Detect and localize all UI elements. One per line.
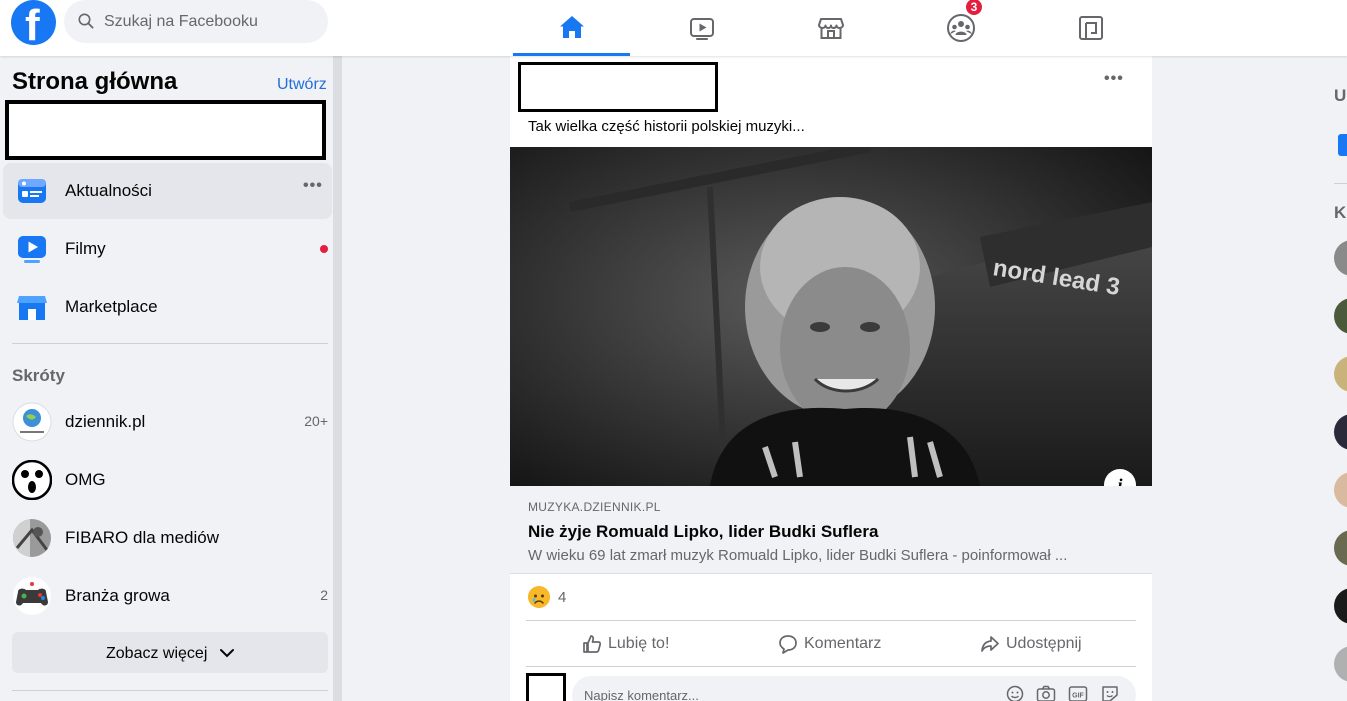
- nav-tab-marketplace[interactable]: [772, 0, 889, 56]
- redacted-user-avatar[interactable]: [526, 673, 566, 701]
- shortcut-label: OMG: [65, 470, 106, 489]
- sidebar-item-label: Marketplace: [65, 297, 158, 316]
- contact-avatar[interactable]: [1334, 530, 1347, 566]
- emoji-icon[interactable]: [1006, 685, 1024, 701]
- contact-avatar[interactable]: [1334, 472, 1347, 508]
- contact-avatar[interactable]: [1334, 298, 1347, 334]
- notification-badge: 3: [964, 0, 984, 17]
- sidebar-item-marketplace[interactable]: Marketplace: [3, 279, 332, 335]
- nav-tab-home[interactable]: [513, 0, 630, 56]
- search-input[interactable]: [104, 0, 319, 43]
- shortcut-branza-growa[interactable]: Branża growa 2: [3, 568, 332, 624]
- reaction-count: 4: [558, 589, 567, 606]
- nav-tab-watch[interactable]: [643, 0, 760, 56]
- shortcut-dziennik[interactable]: dziennik.pl 20+: [3, 394, 332, 450]
- more-options-icon[interactable]: •••: [303, 177, 323, 195]
- watch-icon: [18, 236, 46, 263]
- share-button[interactable]: Udostępnij: [980, 624, 1082, 664]
- facebook-logo[interactable]: f: [11, 0, 56, 45]
- sidebar-scrollbar[interactable]: [333, 56, 342, 701]
- create-link[interactable]: Utwórz: [277, 76, 327, 94]
- sidebar-item-label: Filmy: [65, 239, 106, 258]
- gift-icon[interactable]: [1334, 122, 1347, 158]
- dziennik-avatar: [12, 402, 52, 442]
- comment-input[interactable]: Napisz komentarz... GIF: [572, 676, 1136, 701]
- gaming-icon: [1078, 16, 1103, 40]
- contact-avatar[interactable]: [1334, 356, 1347, 392]
- omg-avatar: [12, 460, 52, 500]
- notification-count: 2: [320, 587, 328, 603]
- feed-post: ••• Tak wielka część historii polskiej m…: [510, 56, 1152, 701]
- top-navigation-bar: f Szukaj na Facebooku 3: [0, 0, 1347, 56]
- svg-text:GIF: GIF: [1072, 693, 1084, 700]
- redacted-author[interactable]: [518, 62, 718, 112]
- divider: [12, 343, 328, 344]
- share-icon: [981, 636, 999, 652]
- comment-tools: GIF: [1006, 685, 1120, 701]
- sticker-icon[interactable]: [1100, 685, 1120, 701]
- gif-icon[interactable]: GIF: [1068, 685, 1088, 701]
- search-icon: [78, 13, 94, 29]
- sidebar-item-news-feed[interactable]: Aktualności •••: [3, 163, 332, 219]
- camera-icon[interactable]: [1036, 685, 1056, 701]
- notification-count: 20+: [304, 413, 328, 429]
- page-title: Strona główna: [12, 68, 178, 95]
- search-box[interactable]: [64, 0, 328, 43]
- thumbs-up-icon: [583, 635, 602, 653]
- shortcut-label: dziennik.pl: [65, 412, 146, 431]
- contact-avatar[interactable]: [1334, 414, 1347, 450]
- video-icon: [689, 18, 714, 40]
- shortcut-fibaro[interactable]: FIBARO dla mediów: [3, 510, 332, 566]
- shortcut-omg[interactable]: OMG: [3, 452, 332, 508]
- unread-dot: [320, 245, 328, 253]
- news-feed-icon: [18, 179, 46, 203]
- shortcuts-title: Skróty: [12, 366, 65, 385]
- sidebar-item-watch[interactable]: Filmy: [3, 221, 332, 277]
- home-icon: [559, 15, 584, 38]
- sidebar-item-label: Aktualności: [65, 181, 152, 200]
- link-description: W wieku 69 lat zmarł muzyk Romuald Lipko…: [528, 547, 1068, 564]
- contact-avatar[interactable]: [1334, 588, 1347, 624]
- nav-tab-gaming[interactable]: [1032, 0, 1149, 56]
- divider: [526, 666, 1136, 667]
- gamepad-avatar: [13, 577, 51, 615]
- post-options-icon[interactable]: •••: [1104, 70, 1124, 88]
- contacts-heading: K: [1334, 203, 1347, 222]
- marketplace-icon: [17, 296, 47, 320]
- groups-icon: [946, 14, 975, 42]
- post-text: Tak wielka część historii polskiej muzyk…: [528, 118, 805, 135]
- link-title[interactable]: Nie żyje Romuald Lipko, lider Budki Sufl…: [528, 522, 878, 542]
- comment-icon: [779, 635, 797, 654]
- divider: [526, 620, 1136, 621]
- divider: [1334, 183, 1347, 184]
- link-preview[interactable]: MUZYKA.DZIENNIK.PL Nie żyje Romuald Lipk…: [510, 486, 1152, 574]
- shortcut-label: Branża growa: [65, 586, 170, 605]
- comment-placeholder: Napisz komentarz...: [584, 688, 699, 701]
- left-sidebar: Strona główna Utwórz Aktualności ••• Fil…: [0, 56, 342, 701]
- contact-avatar[interactable]: [1334, 646, 1347, 682]
- shortcut-label: FIBARO dla mediów: [65, 528, 219, 547]
- redacted-profile[interactable]: [5, 100, 326, 160]
- sad-reaction-icon: [528, 586, 550, 608]
- chevron-down-icon: [220, 649, 234, 658]
- store-icon: [817, 18, 844, 39]
- divider: [12, 690, 328, 691]
- see-more-button[interactable]: Zobacz więcej: [12, 632, 328, 673]
- link-domain: MUZYKA.DZIENNIK.PL: [528, 500, 661, 514]
- comment-button[interactable]: Komentarz: [778, 624, 881, 664]
- contact-avatar[interactable]: [1334, 240, 1347, 276]
- post-image[interactable]: nord lead 3 i: [510, 147, 1152, 486]
- like-button[interactable]: Lubię to!: [582, 624, 669, 664]
- right-section-heading: U: [1334, 86, 1347, 105]
- fibaro-avatar: [13, 519, 51, 557]
- musician-photo: nord lead 3: [510, 147, 1152, 486]
- nav-tab-groups[interactable]: 3: [902, 0, 1019, 56]
